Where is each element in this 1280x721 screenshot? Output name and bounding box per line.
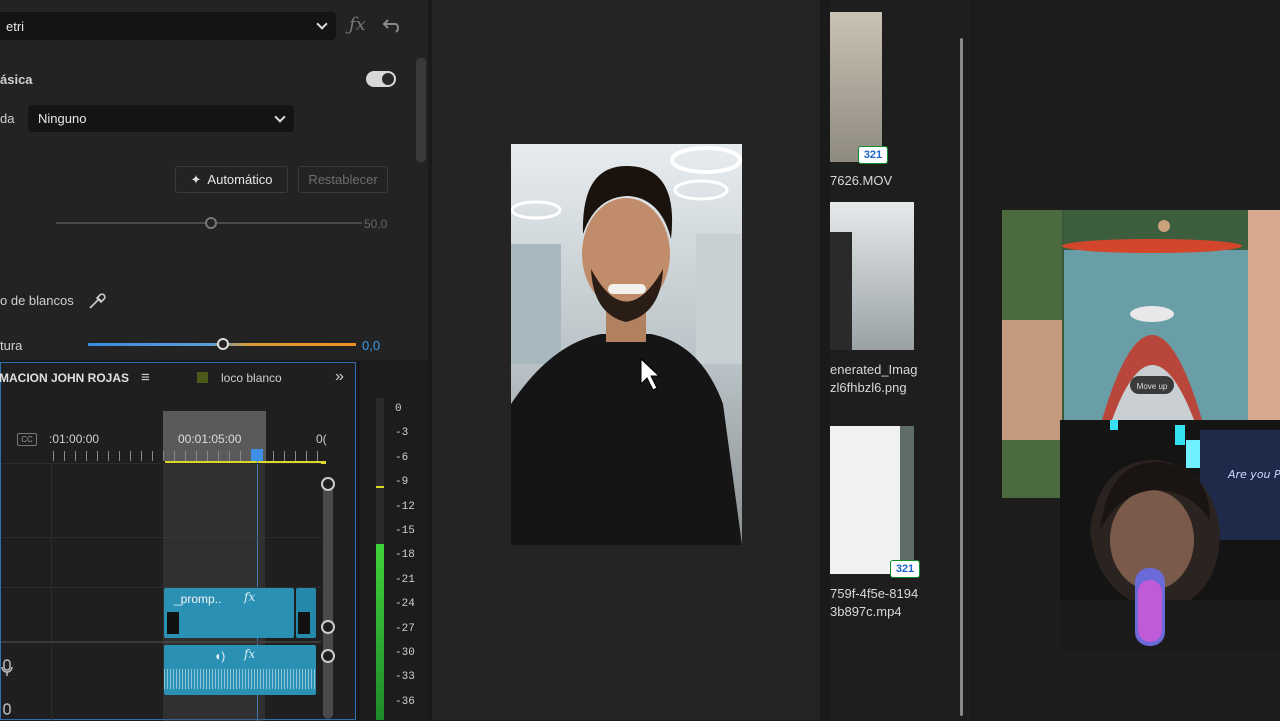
media-player-badge-icon: 321 — [858, 146, 888, 164]
video-frame[interactable] — [511, 144, 742, 545]
lumetri-color-panel: etri ƒx ásica da Ninguno ✦ Automático Re… — [0, 0, 428, 360]
webcam-overlay: Are you Player? — [1060, 420, 1280, 652]
meter-scale-label: -36 — [395, 695, 415, 708]
audio-clip[interactable]: ◖) fx — [164, 645, 316, 695]
clip-thumbnail — [167, 612, 179, 634]
auto-button-label: Automático — [207, 172, 273, 187]
kayak-button-text: Move up — [1137, 382, 1168, 391]
lumetri-preset-label: etri — [6, 18, 25, 34]
lumetri-preset-dropdown[interactable]: etri — [0, 12, 336, 40]
eyedropper-icon[interactable] — [87, 292, 107, 310]
second-sequence-tab[interactable]: loco blanco — [221, 371, 282, 385]
magic-wand-icon: ✦ — [190, 171, 202, 187]
meter-scale-label: -3 — [395, 427, 409, 440]
clip-fx-badge: fx — [244, 590, 256, 604]
bin-item-name[interactable]: enerated_Imag zl6fhbzl6.png — [830, 361, 917, 397]
meter-scale-label: -15 — [395, 525, 415, 537]
white-balance-label: o de blancos — [0, 293, 74, 308]
meter-scale-label: -9 — [395, 476, 409, 489]
captions-icon[interactable]: CC — [17, 433, 37, 446]
scroll-handle[interactable] — [321, 620, 335, 634]
media-player-badge-icon: 321 — [890, 560, 920, 578]
timeline-vertical-scrollbar[interactable] — [323, 483, 333, 719]
video-clip-label: _promp.. — [174, 592, 222, 606]
timecode-right: 0( — [316, 432, 327, 446]
meter-scale-label: -27 — [395, 622, 415, 635]
timeline-panel: MACION JOHN ROJAS ≡ loco blanco » CC :01… — [0, 362, 356, 721]
bin-thumbnail[interactable] — [830, 426, 914, 574]
bin-thumbnail[interactable] — [830, 202, 914, 350]
temperature-slider-knob[interactable] — [217, 338, 229, 350]
scroll-handle-top[interactable] — [321, 477, 335, 491]
meter-scale-label: -21 — [395, 573, 415, 586]
section-toggle[interactable] — [366, 71, 396, 87]
bin-scrollbar[interactable] — [960, 38, 963, 716]
fx-icon[interactable]: ƒx — [349, 14, 366, 35]
timecode-mid: 00:01:05:00 — [178, 432, 242, 446]
meter-level — [376, 544, 384, 720]
program-monitor — [432, 0, 828, 720]
lut-dropdown-value: Ninguno — [38, 111, 87, 126]
meter-scale-label: -18 — [395, 549, 415, 562]
bin-item-name[interactable]: 7626.MOV — [830, 172, 892, 190]
chevron-down-icon — [274, 110, 286, 123]
hoodie-text: Are you Player? — [1227, 468, 1280, 481]
intensity-slider-knob[interactable] — [205, 217, 217, 229]
meter-scale-label: -24 — [395, 598, 415, 611]
temperature-value[interactable]: 0,0 — [362, 338, 380, 353]
sequence-color-swatch — [197, 372, 208, 383]
lut-input-label: da — [0, 111, 15, 126]
reset-button[interactable]: Restablecer — [298, 166, 388, 193]
video-clip-end[interactable] — [296, 588, 316, 638]
temperature-label: tura — [0, 338, 23, 353]
bin-item-name[interactable]: 759f-4f5e-8194 3b897c.mp4 — [830, 585, 918, 621]
meter-peak — [376, 486, 384, 488]
meter-scale-label: -12 — [395, 500, 415, 513]
lut-dropdown[interactable]: Ninguno — [28, 105, 294, 132]
tabs-overflow-icon[interactable]: » — [335, 368, 344, 386]
meter-scale-label: -6 — [395, 451, 409, 464]
meter-scale-label: -30 — [395, 647, 415, 659]
bin-thumbnail[interactable] — [830, 12, 882, 162]
microphone-icon[interactable] — [1, 659, 15, 677]
audio-meter-panel — [358, 362, 428, 720]
basic-correction-title: ásica — [0, 72, 33, 87]
timecode-left: :01:00:00 — [49, 432, 100, 446]
undo-icon[interactable] — [382, 16, 404, 34]
scroll-handle[interactable] — [321, 649, 335, 663]
video-clip[interactable]: _promp.. fx — [164, 588, 294, 638]
audio-clip-fx-badge: fx — [244, 647, 256, 661]
sequence-tab[interactable]: MACION JOHN ROJAS — [0, 371, 129, 385]
intensity-value[interactable]: 50,0 — [364, 217, 387, 231]
project-bin: 321 7626.MOV enerated_Imag zl6fhbzl6.png… — [830, 0, 972, 720]
audio-icon: ◖) — [214, 649, 226, 663]
sequence-menu-icon[interactable]: ≡ — [141, 369, 150, 386]
auto-button[interactable]: ✦ Automático — [175, 166, 288, 193]
time-ruler[interactable] — [53, 451, 323, 461]
audio-waveform — [164, 669, 316, 689]
sequence-tab-label: MACION JOHN ROJAS — [0, 371, 130, 385]
chevron-down-icon — [316, 18, 328, 30]
lumetri-scrollbar[interactable] — [416, 58, 426, 162]
playhead-handle[interactable] — [251, 449, 263, 461]
microphone-icon[interactable] — [1, 703, 15, 721]
meter-scale-label: -33 — [395, 671, 415, 684]
meter-scale-label: 0 — [395, 403, 402, 415]
